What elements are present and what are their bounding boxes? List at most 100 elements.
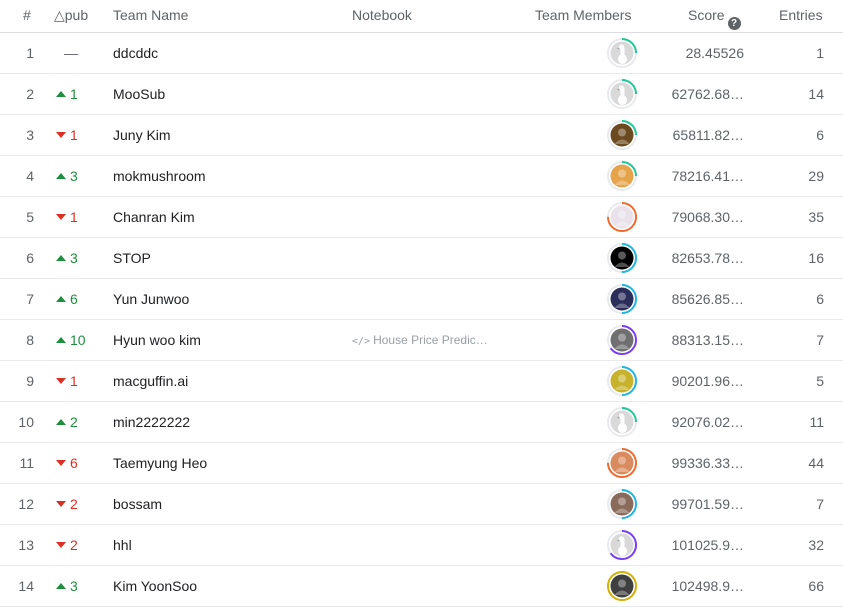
notebook-link[interactable]: </> House Price Predic… — [352, 333, 488, 347]
delta-value: 3 — [70, 578, 78, 594]
score-value: 90201.96… — [671, 373, 744, 389]
triangle-down-icon — [56, 214, 66, 221]
team-name-link[interactable]: STOP — [113, 250, 151, 266]
rank: 12 — [18, 496, 34, 512]
header-team-members: Team Members — [535, 7, 632, 23]
delta-value: 2 — [70, 496, 78, 512]
team-name-link[interactable]: macguffin.ai — [113, 373, 188, 389]
question-circle-icon[interactable]: ? — [727, 16, 741, 30]
triangle-down-icon — [56, 378, 66, 385]
code-icon: </> — [352, 336, 371, 347]
table-row[interactable]: 4 3 mokmushroom 78216.41… 29 — [0, 156, 843, 197]
entries-count: 29 — [808, 168, 824, 184]
team-member-avatar[interactable] — [606, 201, 638, 233]
table-row[interactable]: 11 6 Taemyung Heo 99336.33… 44 — [0, 443, 843, 484]
team-member-avatar[interactable] — [606, 570, 638, 602]
team-member-avatar[interactable] — [606, 365, 638, 397]
delta-value: 2 — [70, 414, 78, 430]
table-row[interactable]: 10 2 min2222222 92076.02… 11 — [0, 402, 843, 443]
score-value: 62762.68… — [671, 86, 744, 102]
score-value: 92076.02… — [671, 414, 744, 430]
team-name-link[interactable]: min2222222 — [113, 414, 190, 430]
header-score-label[interactable]: Score — [688, 7, 725, 23]
team-name-link[interactable]: Juny Kim — [113, 127, 171, 143]
delta-pub: 3 — [56, 168, 78, 184]
team-member-avatar[interactable] — [606, 529, 638, 561]
rank: 7 — [26, 291, 34, 307]
delta-pub: 3 — [56, 578, 78, 594]
delta-value: 3 — [70, 168, 78, 184]
team-member-avatar[interactable] — [606, 119, 638, 151]
team-name-link[interactable]: ddcddc — [113, 45, 158, 61]
rank: 14 — [18, 578, 34, 594]
team-name-link[interactable]: Yun Junwoo — [113, 291, 189, 307]
entries-count: 5 — [816, 373, 824, 389]
team-name-link[interactable]: mokmushroom — [113, 168, 206, 184]
team-member-avatar[interactable] — [606, 78, 638, 110]
entries-count: 6 — [816, 291, 824, 307]
team-name-link[interactable]: Hyun woo kim — [113, 332, 201, 348]
table-row[interactable]: 5 1 Chanran Kim 79068.30… 35 — [0, 197, 843, 238]
score-value: 102498.9… — [671, 578, 744, 594]
team-member-avatar[interactable] — [606, 447, 638, 479]
delta-pub: 6 — [56, 455, 78, 471]
table-row[interactable]: 2 1 MooSub 62762.68… 14 — [0, 74, 843, 115]
score-value: 78216.41… — [671, 168, 744, 184]
delta-pub: 10 — [56, 332, 86, 348]
team-name-link[interactable]: bossam — [113, 496, 162, 512]
team-name-link[interactable]: Chanran Kim — [113, 209, 195, 225]
table-row[interactable]: 14 3 Kim YoonSoo 102498.9… 66 — [0, 566, 843, 607]
delta-value: 10 — [70, 332, 86, 348]
delta-pub: 2 — [56, 537, 78, 553]
table-row[interactable]: 8 10 Hyun woo kim </> House Price Predic… 883… — [0, 320, 843, 361]
score-value: 99336.33… — [671, 455, 744, 471]
team-name-link[interactable]: hhl — [113, 537, 132, 553]
team-member-avatar[interactable] — [606, 160, 638, 192]
score-value: 85626.85… — [671, 291, 744, 307]
header-delta-pub[interactable]: △pub — [54, 7, 88, 24]
team-member-avatar[interactable] — [606, 324, 638, 356]
triangle-down-icon — [56, 542, 66, 549]
entries-count: 66 — [808, 578, 824, 594]
delta-pub: 1 — [56, 373, 78, 389]
entries-count: 6 — [816, 127, 824, 143]
rank: 6 — [26, 250, 34, 266]
entries-count: 16 — [808, 250, 824, 266]
rank: 9 — [26, 373, 34, 389]
entries-count: 11 — [809, 414, 824, 430]
rank: 11 — [19, 455, 34, 471]
header-team-name[interactable]: Team Name — [113, 7, 188, 23]
table-row[interactable]: 6 3 STOP 82653.78… 16 — [0, 238, 843, 279]
rank: 4 — [26, 168, 34, 184]
triangle-up-icon — [56, 337, 66, 344]
table-row[interactable]: 13 2 hhl 101025.9… 32 — [0, 525, 843, 566]
delta-value: 6 — [70, 291, 78, 307]
team-member-avatar[interactable] — [606, 283, 638, 315]
delta-value: 1 — [70, 373, 78, 389]
leaderboard: # △pub Team Name Notebook Team Members S… — [0, 0, 843, 609]
score-value: 99701.59… — [671, 496, 744, 512]
table-row[interactable]: 7 6 Yun Junwoo 85626.85… 6 — [0, 279, 843, 320]
score-value: 82653.78… — [671, 250, 744, 266]
team-name-link[interactable]: Kim YoonSoo — [113, 578, 197, 594]
team-member-avatar[interactable] — [606, 406, 638, 438]
delta-value: 1 — [70, 86, 78, 102]
table-row[interactable]: 12 2 bossam 99701.59… 7 — [0, 484, 843, 525]
score-value: 101025.9… — [671, 537, 744, 553]
header-rank[interactable]: # — [23, 7, 31, 23]
team-member-avatar[interactable] — [606, 488, 638, 520]
table-row[interactable]: 3 1 Juny Kim 65811.82… 6 — [0, 115, 843, 156]
team-member-avatar[interactable] — [606, 242, 638, 274]
team-name-link[interactable]: Taemyung Heo — [113, 455, 207, 471]
delta-value: 6 — [70, 455, 78, 471]
triangle-up-icon — [56, 173, 66, 180]
team-member-avatar[interactable] — [606, 37, 638, 69]
header-score[interactable]: Score? — [688, 7, 741, 30]
team-name-link[interactable]: MooSub — [113, 86, 165, 102]
table-row[interactable]: 1 — ddcddc 28.45526 1 — [0, 33, 843, 74]
table-row[interactable]: 9 1 macguffin.ai 90201.96… 5 — [0, 361, 843, 402]
header-entries[interactable]: Entries — [779, 7, 823, 23]
entries-count: 7 — [816, 332, 824, 348]
delta-value: — — [64, 45, 78, 61]
triangle-up-icon — [56, 91, 66, 98]
